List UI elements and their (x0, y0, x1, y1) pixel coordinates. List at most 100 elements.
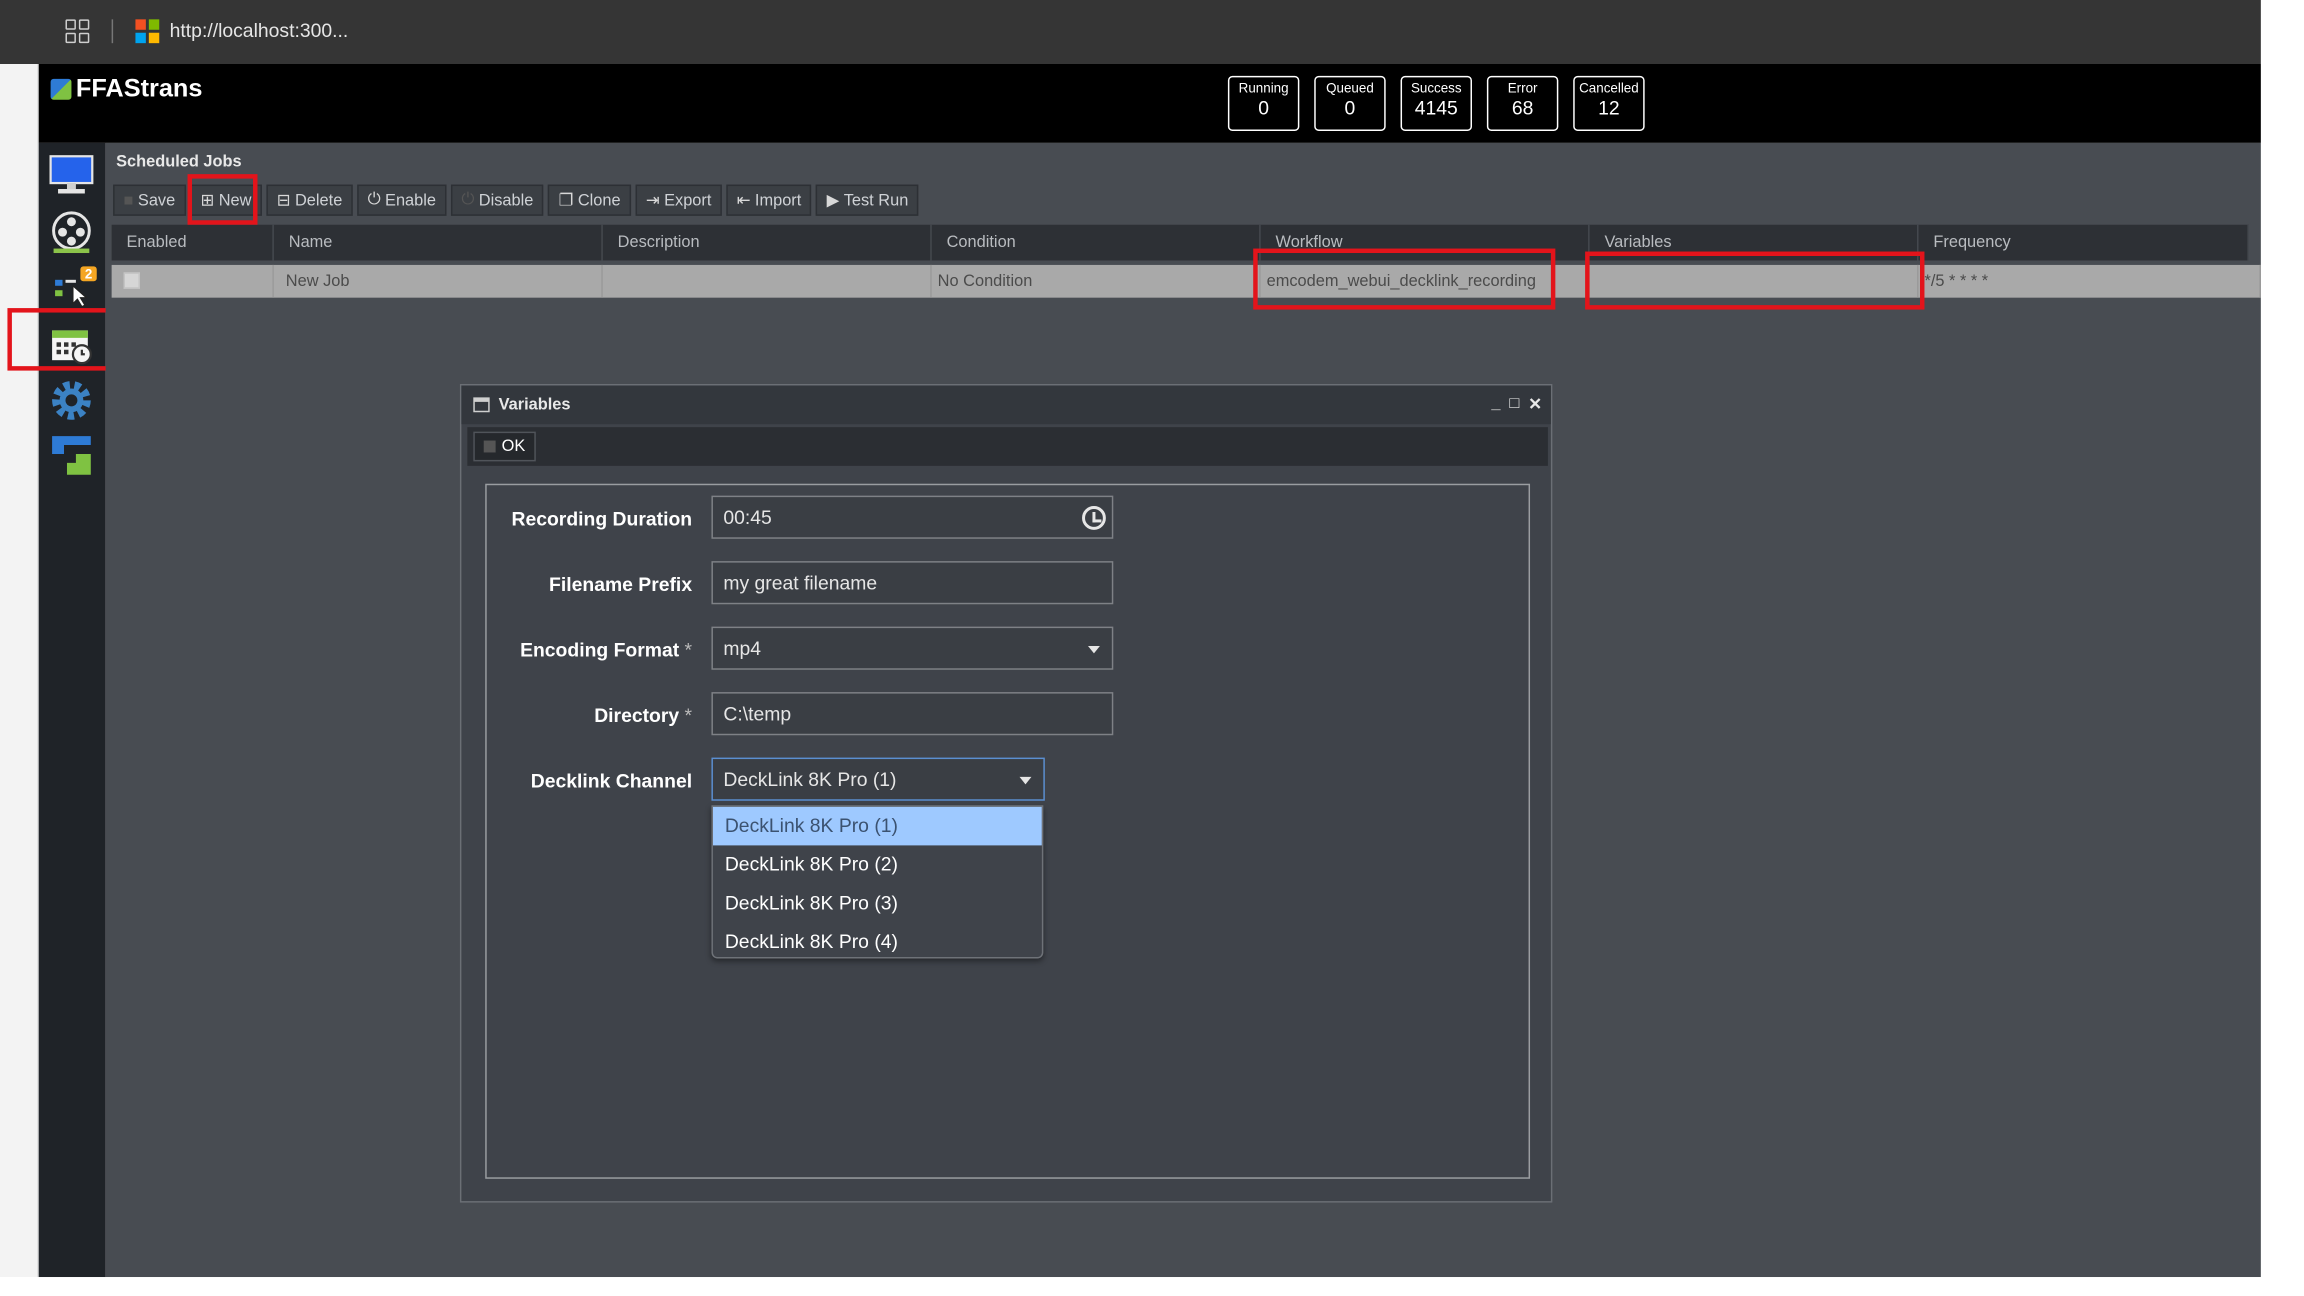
counter-running[interactable]: Running 0 (1227, 75, 1300, 131)
toolbar-separator (111, 19, 114, 44)
counter-value: 68 (1511, 96, 1534, 120)
minimize-icon[interactable]: _ (1491, 394, 1500, 413)
cell-workflow[interactable]: emcodem_webui_decklink_recording (1261, 264, 1590, 298)
import-icon: ⇤ (736, 191, 751, 210)
page-title: Scheduled Jobs (116, 153, 242, 172)
column-header-enabled[interactable]: Enabled (112, 224, 274, 261)
label-text: Filename Prefix (549, 573, 693, 596)
enabled-checkbox[interactable] (123, 272, 140, 289)
play-icon: ▶ (826, 191, 840, 210)
table-row[interactable]: New Job No Condition emcodem_webui_deckl… (111, 264, 2261, 298)
label-text: Recording Duration (511, 507, 693, 530)
encoding-format-select[interactable]: mp4 (711, 626, 1114, 670)
ffastrans-logo-icon[interactable] (48, 432, 94, 478)
jobs-grid-header: Enabled Name Description Condition Workf… (111, 224, 2249, 261)
job-counters: Running 0 Queued 0 Success 4145 Error 68 Can… (1227, 75, 1645, 131)
import-label: Import (754, 191, 802, 210)
variables-dialog: Variables _ □ ✕ OK Recording Duration 00… (459, 383, 1553, 1203)
decklink-channel-select[interactable]: DeckLink 8K Pro (1) (711, 757, 1045, 801)
ok-label: OK (501, 437, 526, 456)
clock-icon[interactable] (1082, 506, 1106, 530)
jobs-icon[interactable]: 2 (48, 263, 97, 309)
counter-label: Queued (1326, 80, 1374, 96)
filename-prefix-input[interactable]: my great filename (711, 561, 1114, 605)
power-icon: ⏻ (367, 190, 381, 209)
delete-button[interactable]: ⊟ Delete (266, 184, 353, 216)
film-reel-icon[interactable] (48, 208, 94, 254)
disable-label: Disable (478, 191, 534, 210)
input-value: my great filename (723, 571, 878, 594)
recording-duration-label: Recording Duration (511, 508, 692, 530)
page-left-edge (0, 63, 39, 1278)
column-header-frequency[interactable]: Frequency (1919, 224, 2249, 261)
column-header-condition[interactable]: Condition (932, 224, 1261, 261)
sidebar: 2 (38, 142, 106, 1278)
cell-name[interactable]: New Job (274, 264, 603, 298)
window-icon (473, 397, 490, 413)
screen: http://localhost:300... FFAStrans Runnin… (0, 0, 2304, 1296)
cell-enabled[interactable] (112, 264, 274, 298)
label-text: Decklink Channel (530, 769, 693, 792)
column-header-description[interactable]: Description (603, 224, 932, 261)
counter-label: Cancelled (1579, 80, 1639, 96)
cell-condition[interactable]: No Condition (932, 264, 1261, 298)
label-text: Directory (594, 703, 680, 727)
export-icon: ⇥ (645, 191, 660, 210)
dropdown-option[interactable]: DeckLink 8K Pro (4) (713, 923, 1042, 957)
tab-grid-icon[interactable] (65, 19, 90, 44)
clone-button[interactable]: ❐ Clone (548, 184, 632, 216)
enable-label: Enable (385, 191, 437, 210)
clone-label: Clone (577, 191, 621, 210)
counter-cancelled[interactable]: Cancelled 12 (1573, 75, 1645, 131)
window-controls: _ □ ✕ (1491, 394, 1542, 413)
import-button[interactable]: ⇤ Import (726, 184, 812, 216)
save-icon (483, 440, 496, 453)
counter-error[interactable]: Error 68 (1486, 75, 1559, 131)
counter-label: Success (1410, 80, 1462, 96)
directory-input[interactable]: C:\temp (711, 692, 1114, 736)
input-value: C:\temp (723, 702, 792, 725)
counter-success[interactable]: Success 4145 (1400, 75, 1472, 131)
counter-value: 4145 (1414, 96, 1458, 120)
required-marker: * (684, 638, 693, 661)
dropdown-option[interactable]: DeckLink 8K Pro (3) (713, 884, 1042, 923)
required-marker: * (684, 703, 693, 727)
dropdown-option[interactable]: DeckLink 8K Pro (2) (713, 845, 1042, 884)
new-label: New (218, 191, 252, 210)
counter-value: 12 (1598, 96, 1620, 120)
dialog-titlebar[interactable]: Variables (461, 385, 1551, 425)
address-bar-url[interactable]: http://localhost:300... (170, 19, 349, 41)
test-run-button[interactable]: ▶ Test Run (816, 184, 919, 216)
scheduler-calendar-icon[interactable] (48, 321, 94, 367)
encoding-format-label: Encoding Format * (520, 639, 692, 661)
recording-duration-input[interactable]: 00:45 (711, 495, 1114, 539)
gear-icon[interactable] (48, 377, 94, 423)
select-value: DeckLink 8K Pro (1) (723, 767, 897, 791)
chevron-down-icon (1087, 645, 1100, 654)
cell-description[interactable] (603, 264, 932, 298)
ok-button[interactable]: OK (473, 431, 536, 462)
close-icon[interactable]: ✕ (1528, 394, 1542, 414)
export-label: Export (664, 191, 712, 210)
decklink-channel-label: Decklink Channel (531, 769, 692, 791)
monitor-icon[interactable] (48, 152, 94, 198)
jobs-badge: 2 (80, 266, 97, 282)
jobs-toolbar: ■ Save ⊞ New ⊟ Delete ⏻ Enable ⏻ Disable ❐ Clo… (113, 184, 919, 216)
new-button[interactable]: ⊞ New (190, 184, 262, 216)
enable-button[interactable]: ⏻ Enable (357, 184, 447, 216)
disable-button[interactable]: ⏻ Disable (450, 184, 544, 216)
save-button[interactable]: ■ Save (113, 184, 186, 216)
decklink-channel-options: DeckLink 8K Pro (1) DeckLink 8K Pro (2) … (711, 805, 1044, 959)
column-header-workflow[interactable]: Workflow (1261, 224, 1590, 261)
cell-variables[interactable] (1590, 264, 1919, 298)
counter-queued[interactable]: Queued 0 (1314, 75, 1386, 131)
export-button[interactable]: ⇥ Export (635, 184, 722, 216)
dropdown-option[interactable]: DeckLink 8K Pro (1) (712, 806, 1042, 846)
maximize-icon[interactable]: □ (1509, 394, 1519, 413)
plus-icon: ⊞ (200, 191, 215, 210)
column-header-name[interactable]: Name (274, 224, 603, 261)
clone-icon: ❐ (558, 191, 574, 210)
save-label: Save (137, 191, 176, 210)
cell-frequency[interactable]: */5 * * * * (1919, 264, 2261, 298)
column-header-variables[interactable]: Variables (1590, 224, 1919, 261)
